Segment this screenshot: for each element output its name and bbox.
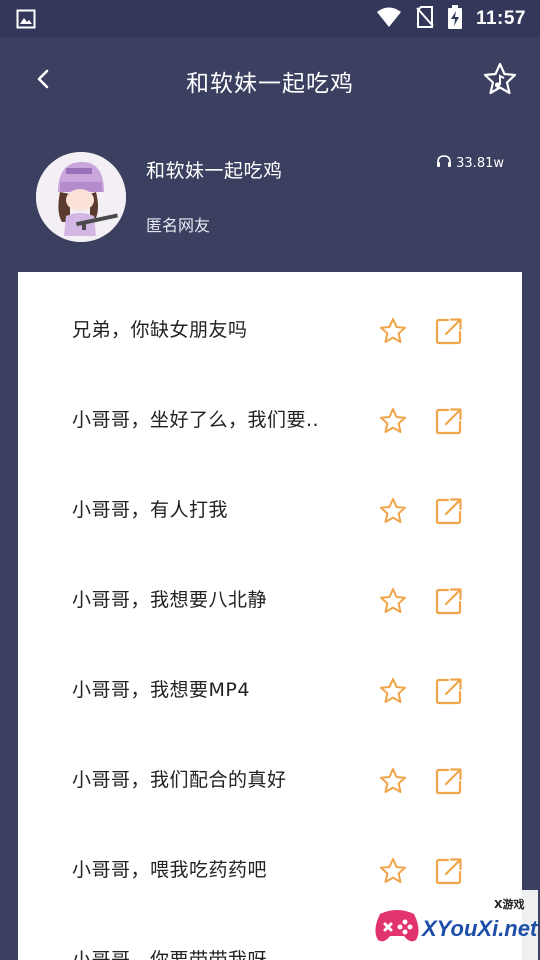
list-item[interactable]: 小哥哥，坐好了么，我们要.. [18, 375, 522, 465]
watermark-small-text: X游戏 [494, 898, 525, 911]
list-item-title: 小哥哥，有人打我 [72, 499, 229, 521]
app-bar: 和软妹一起吃鸡 [0, 38, 540, 124]
list-item-title: 兄弟，你缺女朋友吗 [72, 319, 248, 341]
list-item[interactable]: 小哥哥，我们配合的真好 [18, 735, 522, 825]
album-cover [36, 152, 126, 242]
no-sim-icon [416, 6, 434, 32]
share-button[interactable] [434, 496, 464, 526]
battery-charging-icon [447, 5, 462, 33]
audio-list: 兄弟，你缺女朋友吗 小哥哥，坐好了么，我们要.. 小哥哥，有人打我 小哥哥，我想… [18, 272, 522, 960]
star-icon [378, 408, 408, 440]
favorite-album-button[interactable] [480, 60, 520, 100]
share-icon [434, 318, 464, 350]
list-item[interactable]: 小哥哥，有人打我 [18, 465, 522, 555]
star-icon [378, 498, 408, 530]
star-icon [378, 858, 408, 890]
list-item-title: 小哥哥，喂我吃药药吧 [72, 859, 268, 881]
list-item-title: 小哥哥，我想要八北静 [72, 589, 268, 611]
star-icon [378, 318, 408, 350]
share-icon [434, 858, 464, 890]
headphones-icon [436, 154, 452, 172]
star-icon [378, 768, 408, 800]
list-item-title: 小哥哥，我们配合的真好 [72, 769, 287, 791]
favorite-button[interactable] [378, 316, 408, 346]
list-item[interactable]: 小哥哥，我想要MP4 [18, 645, 522, 735]
favorite-button[interactable] [378, 586, 408, 616]
page-title: 和软妹一起吃鸡 [186, 71, 354, 97]
favorite-button[interactable] [378, 496, 408, 526]
star-icon [378, 588, 408, 620]
list-item[interactable]: 兄弟，你缺女朋友吗 [18, 285, 522, 375]
gamepad-logo-icon [372, 904, 422, 950]
image-icon [16, 9, 36, 33]
site-watermark: X游戏 XYouXi.net [366, 890, 538, 960]
status-bar: 11:57 [0, 0, 540, 38]
share-button[interactable] [434, 406, 464, 436]
play-count-value: 33.81w [456, 155, 504, 171]
share-icon [434, 678, 464, 710]
album-author: 匿名网友 [146, 216, 211, 235]
share-button[interactable] [434, 676, 464, 706]
wifi-icon [376, 6, 402, 32]
list-item-title: 小哥哥，坐好了么，我们要.. [72, 409, 320, 431]
status-time: 11:57 [475, 8, 526, 29]
favorite-button[interactable] [378, 676, 408, 706]
share-icon [434, 408, 464, 440]
play-count: 33.81w [436, 154, 504, 172]
favorite-button[interactable] [378, 406, 408, 436]
favorite-button[interactable] [378, 766, 408, 796]
share-button[interactable] [434, 856, 464, 886]
watermark-site-text: XYouXi.net [422, 916, 538, 941]
share-button[interactable] [434, 586, 464, 616]
share-icon [434, 588, 464, 620]
list-item-title: 小哥哥，你要带带我呀 [72, 949, 268, 960]
star-icon [378, 678, 408, 710]
list-item[interactable]: 小哥哥，我想要八北静 [18, 555, 522, 645]
album-header: 和软妹一起吃鸡 匿名网友 33.81w [0, 124, 540, 272]
album-title: 和软妹一起吃鸡 [146, 160, 283, 182]
share-button[interactable] [434, 766, 464, 796]
share-icon [434, 498, 464, 530]
share-icon [434, 768, 464, 800]
star-music-icon [480, 62, 520, 104]
list-item-title: 小哥哥，我想要MP4 [72, 679, 250, 701]
share-button[interactable] [434, 316, 464, 346]
favorite-button[interactable] [378, 856, 408, 886]
